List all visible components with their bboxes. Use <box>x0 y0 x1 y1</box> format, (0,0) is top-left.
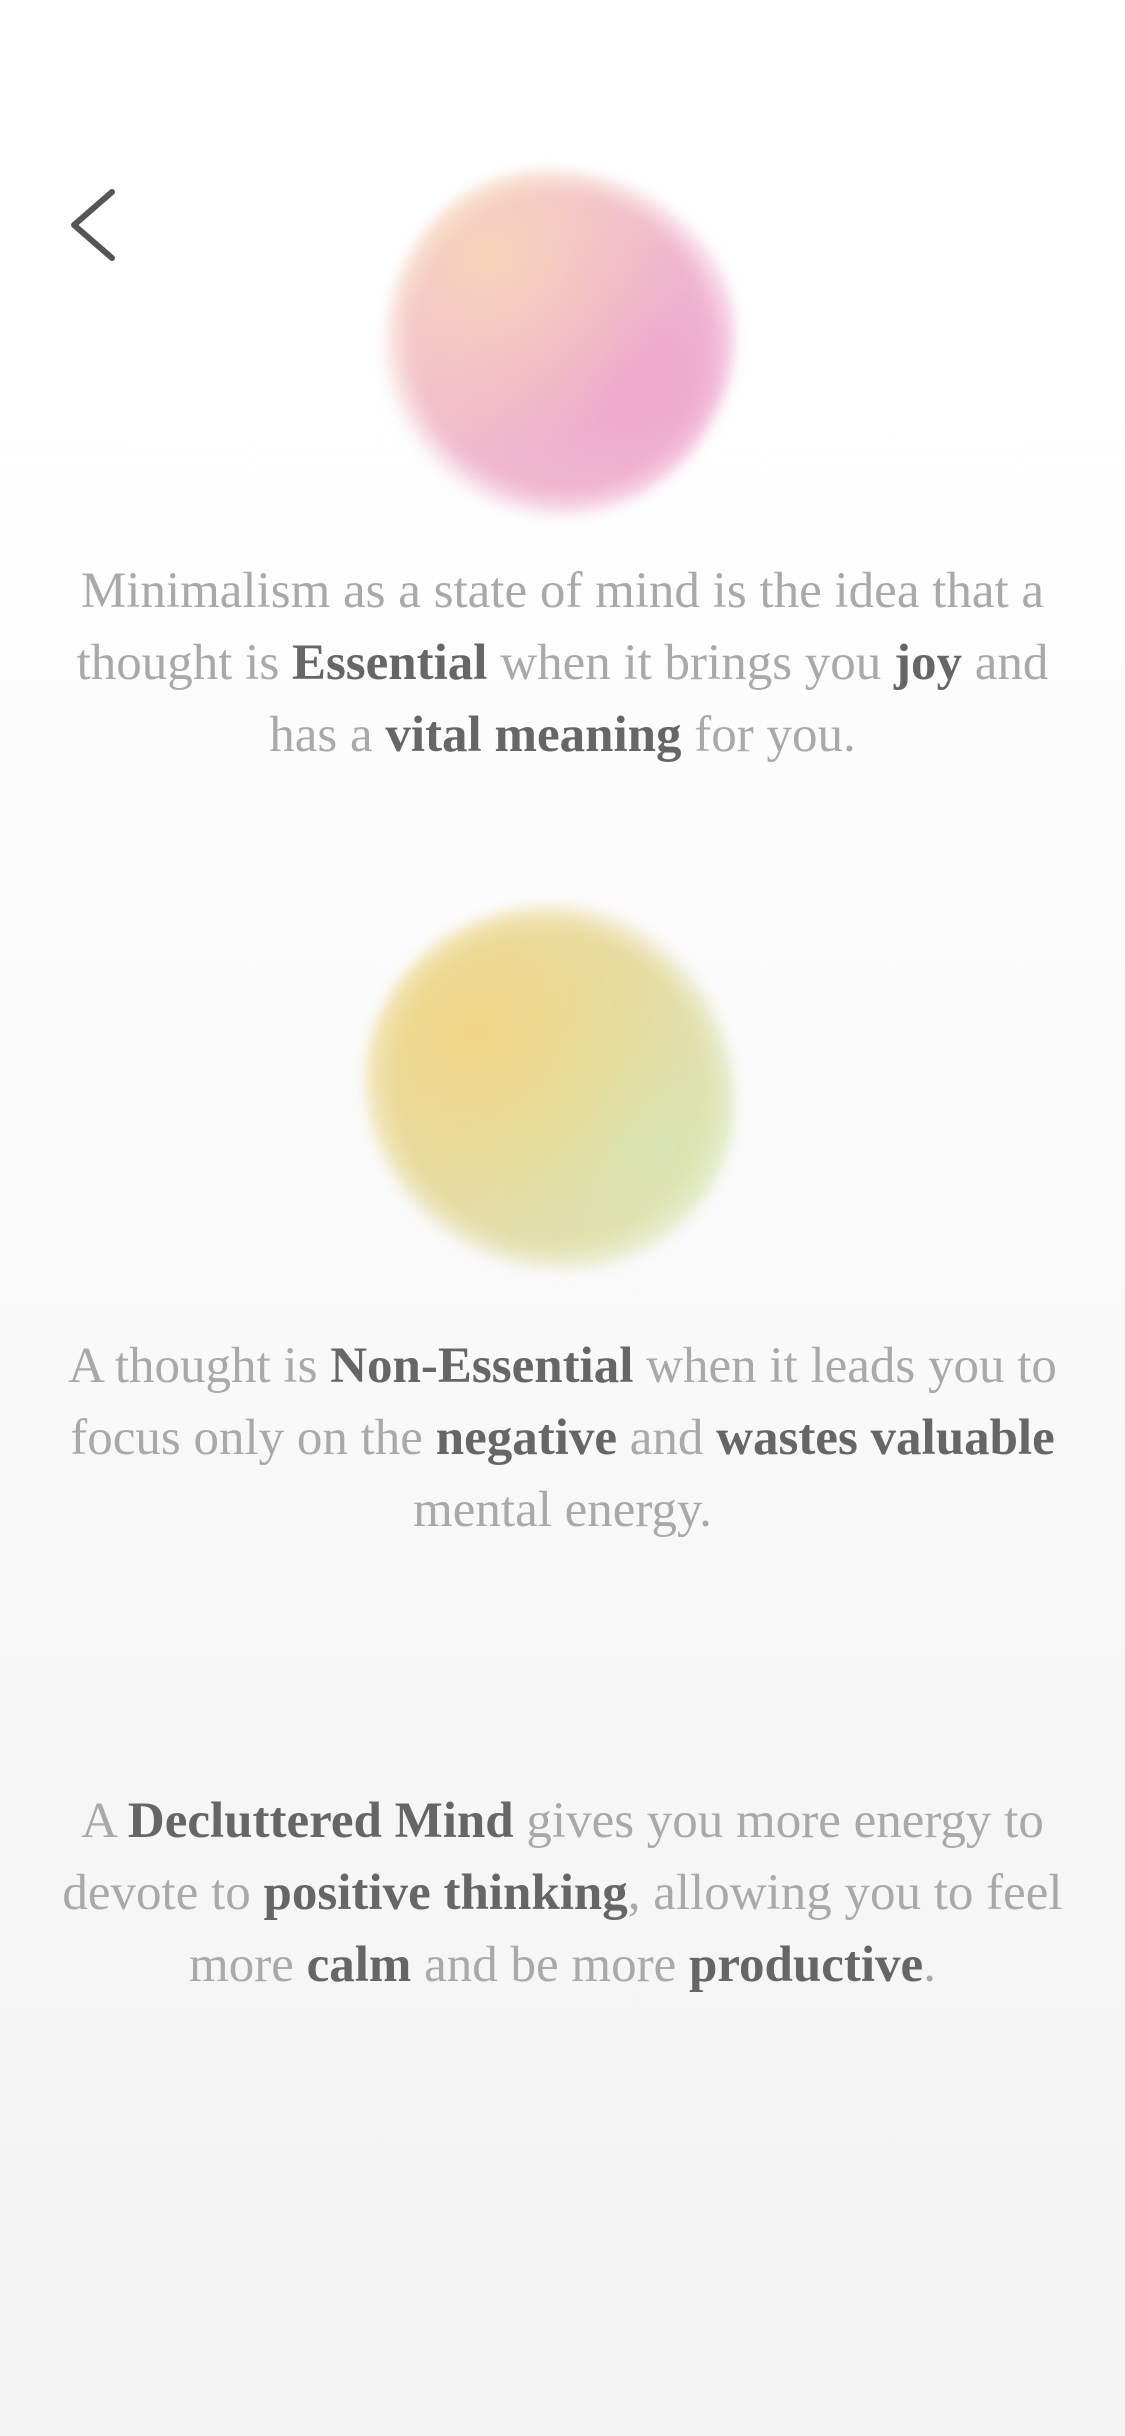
decluttered-text-1: A <box>81 1793 128 1849</box>
non-essential-keyword: Non-Essential <box>330 1338 634 1394</box>
wastes-valuable-keyword: wastes valuable <box>716 1410 1055 1466</box>
pink-watercolor-blob <box>385 170 735 515</box>
non-essential-description: A thought is Non-Essential when it leads… <box>60 1330 1065 1546</box>
essential-text-2: when it brings you <box>487 635 895 691</box>
negative-keyword: negative <box>435 1410 617 1466</box>
decluttered-mind-description: A Decluttered Mind gives you more energy… <box>60 1785 1065 2001</box>
joy-keyword: joy <box>894 635 963 691</box>
non-essential-text-1: A thought is <box>68 1338 331 1394</box>
back-button[interactable] <box>50 170 140 280</box>
non-essential-text-3: and <box>617 1410 717 1466</box>
decluttered-mind-keyword: Decluttered Mind <box>127 1793 514 1849</box>
positive-thinking-keyword: positive thinking <box>263 1865 628 1921</box>
essential-text-4: for you. <box>681 707 856 763</box>
essential-description: Minimalism as a state of mind is the ide… <box>60 555 1065 771</box>
chevron-left-icon <box>71 189 115 261</box>
vital-meaning-keyword: vital meaning <box>385 707 682 763</box>
calm-keyword: calm <box>306 1937 412 1993</box>
non-essential-text-4: mental energy. <box>413 1482 712 1538</box>
decluttered-text-4: and be more <box>411 1937 689 1993</box>
yellow-watercolor-blob <box>365 905 735 1270</box>
decluttered-text-5: . <box>923 1937 936 1993</box>
productive-keyword: productive <box>688 1937 924 1993</box>
essential-keyword: Essential <box>291 635 488 691</box>
